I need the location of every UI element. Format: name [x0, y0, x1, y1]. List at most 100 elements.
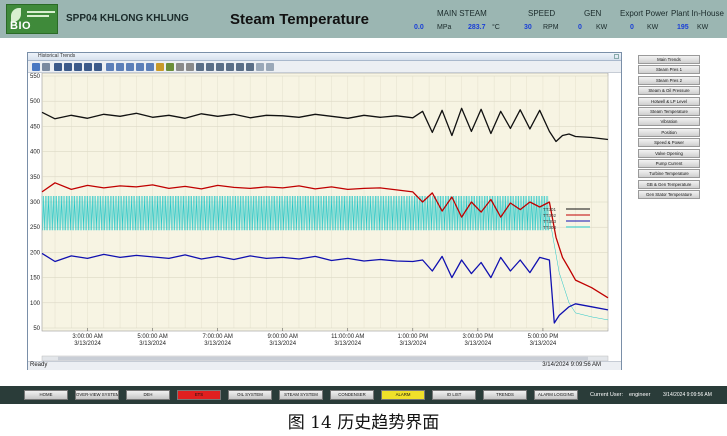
x-tick-date: 3/13/2024 — [74, 341, 101, 347]
x-tick-date: 3/13/2024 — [139, 341, 166, 347]
y-tick-label: 300 — [30, 200, 41, 206]
y-tick-label: 150 — [30, 276, 41, 282]
status-ready: Ready — [30, 362, 48, 368]
logo-stripe — [27, 11, 55, 13]
print-icon[interactable] — [236, 63, 244, 71]
bio-logo: BIO — [6, 4, 58, 34]
legend-label: TT304 — [543, 225, 557, 230]
nav-button-turbine-temperature[interactable]: Turbine Temperature — [638, 169, 700, 179]
trend-toolbar — [28, 61, 621, 73]
time-range-icon[interactable] — [196, 63, 204, 71]
x-tick-time: 5:00:00 AM — [137, 334, 167, 340]
grid-icon[interactable] — [176, 63, 184, 71]
bottom-button-ets[interactable]: ETS — [177, 390, 221, 400]
y-tick-label: 350 — [30, 175, 41, 181]
export-power-unit: KW — [647, 24, 659, 31]
ruler-icon[interactable] — [166, 63, 174, 71]
gen-value: 0 — [578, 24, 582, 31]
bottom-button-home[interactable]: HOME — [24, 390, 68, 400]
speed-label: SPEED — [528, 9, 556, 18]
temp-unit: °C — [492, 24, 500, 31]
y-tick-label: 250 — [30, 225, 41, 231]
bottom-button-trends[interactable]: TRENDS — [483, 390, 527, 400]
status-time: 3/14/2024 9:09:56 AM — [542, 362, 601, 368]
nav-button-speed-power[interactable]: Speed & Power — [638, 138, 700, 148]
zoom-out-icon[interactable] — [126, 63, 134, 71]
scroll-thumb[interactable] — [58, 356, 588, 361]
pressure-unit: MPa — [437, 24, 452, 31]
zoom-in-icon[interactable] — [116, 63, 124, 71]
export-icon[interactable] — [246, 63, 254, 71]
first-page-icon[interactable] — [54, 63, 62, 71]
status-bar: Ready 3/14/2024 9:09:56 AM — [28, 361, 621, 370]
legend-label: TT303 — [543, 219, 557, 224]
reset-icon[interactable] — [256, 63, 264, 71]
nav-button-gen-stator-temperature[interactable]: Gen Stator Temperature — [638, 190, 700, 200]
bottom-button-condenser[interactable]: CONDENSER — [330, 390, 374, 400]
next-icon[interactable] — [84, 63, 92, 71]
legend-label: TT301 — [543, 207, 557, 212]
gen-label: GEN — [584, 9, 602, 18]
bottom-button-alarm-logging[interactable]: ALARM LOGGING — [534, 390, 578, 400]
bottom-button-steam-system[interactable]: STEAM SYSTEM — [279, 390, 323, 400]
zoom-area-icon[interactable] — [106, 63, 114, 71]
table-icon[interactable] — [206, 63, 214, 71]
inhouse-unit: KW — [697, 24, 709, 31]
main-steam-temp: 283.7 — [468, 24, 486, 31]
nav-button-steam-oil-pressure[interactable]: Steam & Oil Pressure — [638, 86, 700, 96]
main-steam-label: MAIN STEAM — [437, 9, 487, 18]
export-power-value: 0 — [630, 24, 634, 31]
prev-icon[interactable] — [74, 63, 82, 71]
trend-chart[interactable]: 50 100 150 200 250 300 350 400 450 500 550 3:00:00… — [28, 73, 623, 363]
inhouse-value: 195 — [677, 24, 689, 31]
statistics-icon[interactable] — [186, 63, 194, 71]
nav-button-position[interactable]: Position — [638, 127, 700, 137]
prev-page-icon[interactable] — [64, 63, 72, 71]
nav-button-gb-gen-temperature[interactable]: GB & Gen Temperature — [638, 179, 700, 189]
legend-icon[interactable] — [266, 63, 274, 71]
bottom-button-io-list[interactable]: IO LIST — [432, 390, 476, 400]
current-time: 3/14/2024 9:09:56 AM — [663, 392, 712, 398]
hmi-screen: BIO SPP04 KHLONG KHLUNG Steam Temperatur… — [0, 0, 727, 436]
nav-button-valve-opening[interactable]: Valve Opening — [638, 148, 700, 158]
y-tick-label: 550 — [30, 74, 41, 80]
x-tick-date: 3/13/2024 — [334, 341, 361, 347]
zoom-x-icon[interactable] — [136, 63, 144, 71]
speed-unit: RPM — [543, 24, 559, 31]
nav-button-steam-temperature[interactable]: Steam Temperature — [638, 107, 700, 116]
move-icon[interactable] — [156, 63, 164, 71]
inhouse-label: Plant In-House — [671, 9, 724, 18]
x-tick-date: 3/13/2024 — [530, 341, 557, 347]
y-tick-label: 200 — [30, 250, 41, 256]
y-tick-label: 50 — [33, 326, 40, 332]
window-titlebar[interactable]: Historical Trends — [28, 53, 621, 61]
select-data-icon[interactable] — [216, 63, 224, 71]
config-icon[interactable] — [42, 63, 50, 71]
y-tick-label: 400 — [30, 150, 41, 156]
bottom-button-oil-system[interactable]: OIL SYSTEM — [228, 390, 272, 400]
x-tick-time: 1:00:00 PM — [397, 334, 428, 340]
x-tick-date: 3/13/2024 — [269, 341, 296, 347]
zoom-y-icon[interactable] — [146, 63, 154, 71]
stop-icon[interactable] — [226, 63, 234, 71]
close-icon[interactable] — [614, 54, 619, 59]
nav-button-main-trends[interactable]: Main Trends — [638, 55, 700, 64]
nav-button-steam-pres-2[interactable]: Steam Pres 2 — [638, 75, 700, 85]
legend-label: TT302 — [543, 213, 557, 218]
figure-caption: 图 14 历史趋势界面 — [287, 413, 440, 433]
nav-button-vibration[interactable]: Vibration — [638, 117, 700, 127]
help-icon[interactable] — [32, 63, 40, 71]
x-tick-time: 3:00:00 PM — [463, 334, 494, 340]
nav-button-pump-current[interactable]: Pump Current — [638, 159, 700, 168]
nav-button-steam-pres-1[interactable]: Steam Pres 1 — [638, 65, 700, 75]
x-tick-date: 3/13/2024 — [465, 341, 492, 347]
nav-button-hotwell-lp-level[interactable]: Hotwell & LP Level — [638, 96, 700, 106]
bottom-button-alarm[interactable]: ALARM — [381, 390, 425, 400]
window-title: Historical Trends — [38, 53, 76, 59]
speed-value: 30 — [524, 24, 532, 31]
bottom-button-deh[interactable]: DEH — [126, 390, 170, 400]
last-page-icon[interactable] — [94, 63, 102, 71]
historical-trend-window: Historical Trends 50 100 150 200 250 300… — [27, 52, 622, 370]
bottom-button-over-view-system[interactable]: OVER-VIEW SYSTEM — [75, 390, 119, 400]
export-power-label: Export Power — [620, 9, 669, 18]
